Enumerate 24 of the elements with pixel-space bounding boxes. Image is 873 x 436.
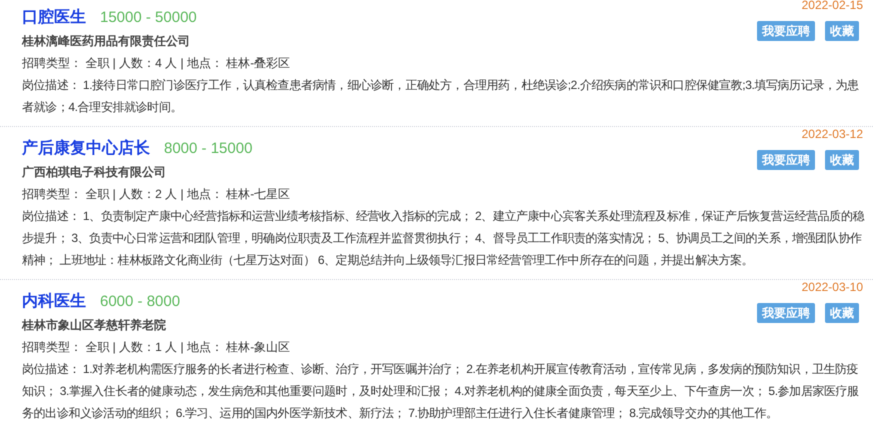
apply-button[interactable]: 我要应聘 [757, 150, 815, 170]
salary-range: 15000 - 50000 [100, 8, 197, 28]
job-details: 招聘类型： 全职 | 人数：2 人 | 地点： 桂林-七星区 [22, 186, 290, 203]
job-description: 岗位描述： 1.对养老机构需医疗服务的长者进行检查、诊断、治疗，开写医嘱并治疗； 2.在养老机构开展宣传教育活动，宣传常见病，多发病的预防知识，卫生防疫知识； 3.掌握入住长者的健康动态，发生病危和其他重要问题时，及时处理和汇报； 4.对养老机构的健康全面负责，每天至少上、下午查房一次； 5.参加居家医疗服务的出诊和义诊活动的组织； 6.学习、运用的国内外医学新技术、新疗法； 7.协助护理部主任进行入住长者健康管理； 8.完成领导交办的其他工作。 [22, 361, 860, 422]
favorite-button[interactable]: 收藏 [825, 150, 859, 170]
company-name: 广西柏琪电子科技有限公司 [22, 164, 166, 181]
salary-range: 6000 - 8000 [100, 292, 180, 312]
job-details: 招聘类型： 全职 | 人数：1 人 | 地点： 桂林-象山区 [22, 339, 290, 356]
posted-date: 2022-02-15 [802, 0, 863, 13]
company-name: 桂林漓峰医药用品有限责任公司 [22, 33, 190, 50]
job-title[interactable]: 产后康复中心店长 [22, 137, 150, 161]
job-title[interactable]: 内科医生 [22, 290, 86, 314]
posted-date: 2022-03-10 [802, 279, 863, 295]
job-title[interactable]: 口腔医生 [22, 6, 86, 30]
favorite-button[interactable]: 收藏 [825, 21, 859, 41]
job-description: 岗位描述： 1、负责制定产康中心经营指标和运营业绩考核指标、经营收入指标的完成； 2、建立产康中心宾客关系处理流程及标准，保证产后恢复营运经营品质的稳步提升； 3、负责中心日常运营和团队管理，明确岗位职责及工作流程并监督贯彻执行； 4、督导员工工作职责的落实情况； 5、协调员工之间的关系，增强团队协作精神； 上班地址：桂林板路文化商业街（七星万达对面） 6、定期总结并向上级领导汇报日常经营管理工作中所存在的问题，并提出解决方案。 [22, 208, 866, 269]
apply-button[interactable]: 我要应聘 [757, 303, 815, 323]
job-description: 岗位描述： 1.接待日常口腔门诊医疗工作，认真检查患者病情，细心诊断，正确处方，合理用药，杜绝误诊;2.介绍疾病的常识和口腔保健宣教;3.填写病历记录，为患者就诊；4.合理安排就诊时间。 [22, 77, 860, 116]
company-name: 桂林市象山区孝慈轩养老院 [22, 317, 166, 334]
posted-date: 2022-03-12 [802, 126, 863, 142]
favorite-button[interactable]: 收藏 [825, 303, 859, 323]
salary-range: 8000 - 15000 [164, 139, 252, 159]
apply-button[interactable]: 我要应聘 [757, 21, 815, 41]
job-details: 招聘类型： 全职 | 人数：4 人 | 地点： 桂林-叠彩区 [22, 55, 290, 72]
